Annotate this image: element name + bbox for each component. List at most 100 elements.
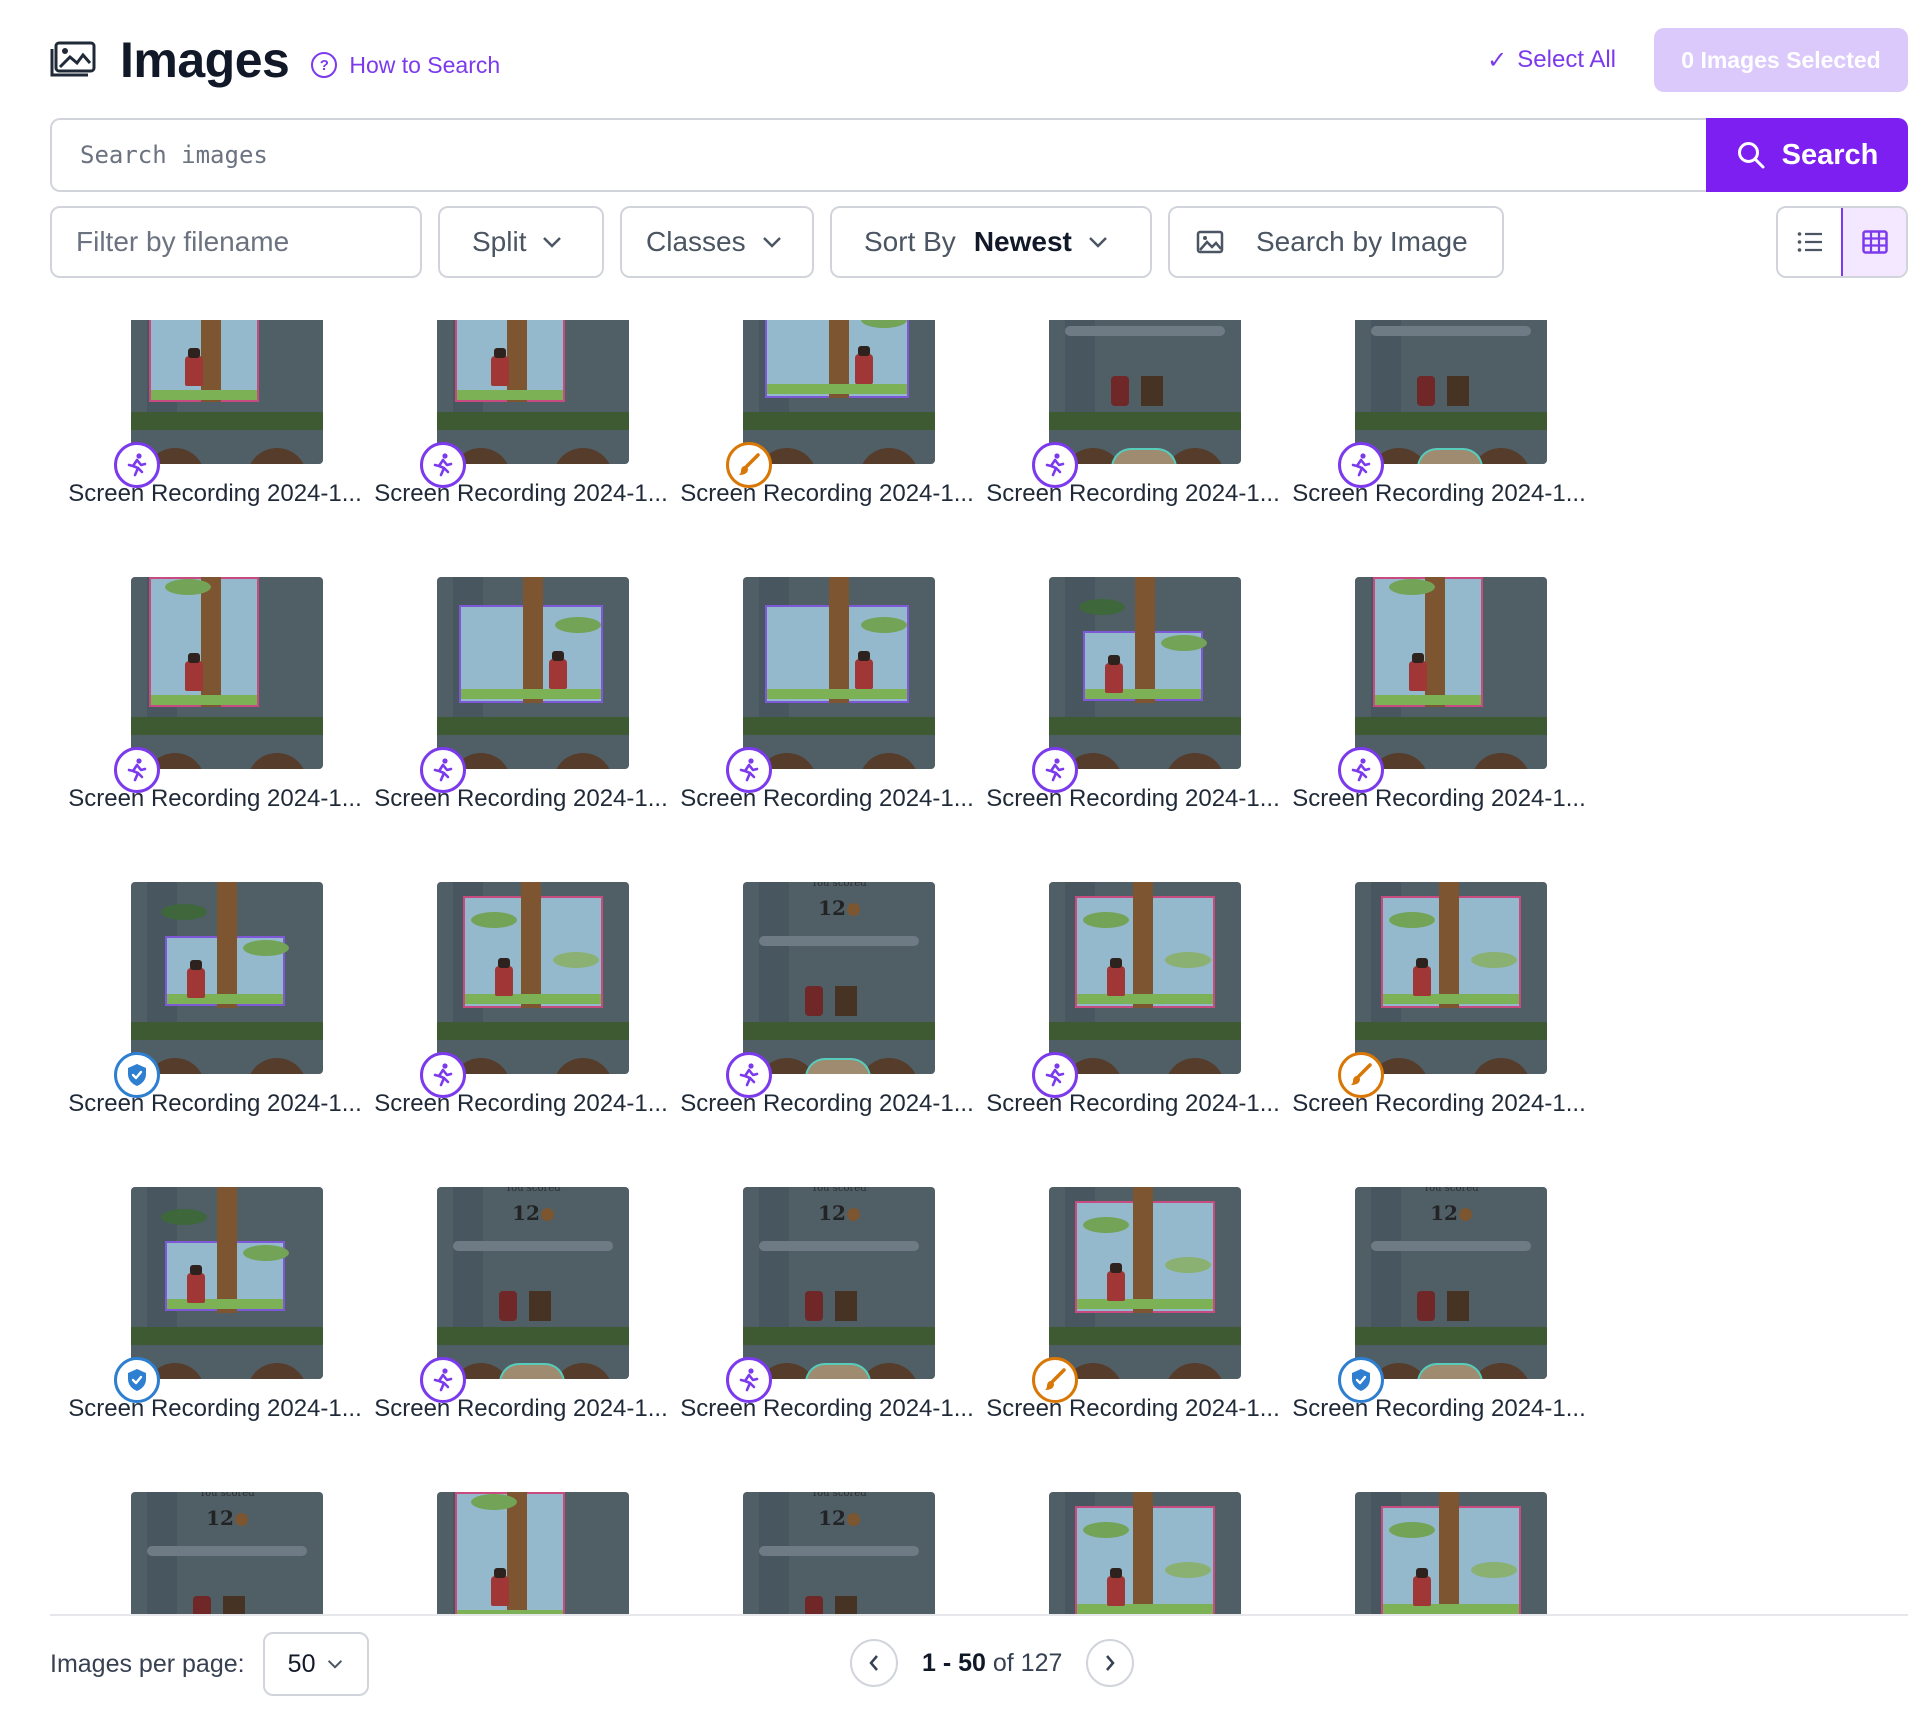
search-button-label: Search — [1781, 138, 1879, 171]
sort-label: Sort By — [864, 226, 956, 257]
image-card[interactable]: Screen Recording 2024-1... — [662, 563, 992, 843]
per-page-control: Images per page: 50 — [50, 1632, 369, 1696]
how-to-search-link[interactable]: ? How to Search — [311, 52, 500, 79]
search-by-image-button[interactable]: Search by Image — [1168, 206, 1504, 278]
previous-page-button[interactable] — [850, 1639, 898, 1687]
image-thumbnail[interactable] — [1355, 882, 1547, 1074]
person-running-icon — [430, 1367, 456, 1393]
brush-icon — [1348, 1062, 1374, 1088]
image-thumbnail[interactable]: You scored12 — [131, 1492, 323, 1614]
image-card[interactable]: Screen Recording 2024-1... — [50, 563, 380, 843]
search-icon — [1737, 142, 1765, 169]
chevron-right-icon — [1106, 1655, 1116, 1671]
person-running-icon — [1042, 452, 1068, 478]
page-range: 1 - 50 of 127 — [922, 1649, 1062, 1678]
image-thumbnail[interactable] — [131, 882, 323, 1074]
image-thumbnail[interactable] — [131, 320, 323, 464]
select-all-button[interactable]: ✓ Select All — [1487, 46, 1616, 75]
split-dropdown[interactable]: Split — [438, 206, 604, 278]
image-card[interactable]: Screen Recording 2024-1... — [1274, 563, 1604, 843]
image-card[interactable] — [356, 1478, 686, 1614]
image-thumbnail[interactable] — [437, 320, 629, 464]
person-running-badge — [420, 747, 466, 793]
image-thumbnail[interactable] — [1049, 882, 1241, 1074]
image-thumbnail[interactable] — [1355, 1492, 1547, 1614]
image-card[interactable]: Screen Recording 2024-1... — [356, 868, 686, 1148]
image-card[interactable]: Screen Recording 2024-1... — [50, 1173, 380, 1453]
image-thumbnail[interactable]: You scored12 — [743, 1492, 935, 1614]
image-thumbnail[interactable] — [131, 1187, 323, 1379]
page-title: Images — [120, 32, 290, 88]
select-all-label: Select All — [1517, 46, 1616, 73]
image-card[interactable]: You scored12 Screen Recording 2024-1... — [1274, 320, 1604, 538]
image-card[interactable]: You scored12 Screen Recording 2024-1... — [356, 1173, 686, 1453]
classes-dropdown[interactable]: Classes — [620, 206, 814, 278]
image-thumbnail[interactable]: You scored12 — [1049, 320, 1241, 464]
search-by-image-label: Search by Image — [1256, 226, 1468, 257]
image-thumbnail[interactable] — [1049, 1492, 1241, 1614]
image-thumbnail[interactable] — [437, 577, 629, 769]
image-thumbnail[interactable] — [1049, 577, 1241, 769]
shield-check-badge — [114, 1052, 160, 1098]
search-input[interactable] — [50, 118, 1706, 192]
image-card[interactable]: Screen Recording 2024-1... — [356, 320, 686, 538]
person-running-icon — [430, 452, 456, 478]
sort-value: Newest — [973, 226, 1072, 257]
image-thumbnail[interactable]: You scored12 — [743, 1187, 935, 1379]
person-running-icon — [124, 452, 150, 478]
image-card[interactable]: Screen Recording 2024-1... — [356, 563, 686, 843]
image-card[interactable]: Screen Recording 2024-1... — [1274, 868, 1604, 1148]
list-view-button[interactable] — [1778, 208, 1841, 276]
filename-filter-input[interactable] — [52, 226, 420, 258]
image-thumbnail[interactable] — [131, 577, 323, 769]
image-card[interactable]: Screen Recording 2024-1... — [968, 868, 1298, 1148]
shield-check-icon — [1348, 1367, 1374, 1393]
next-page-button[interactable] — [1086, 1639, 1135, 1687]
image-card[interactable]: Screen Recording 2024-1... — [968, 563, 1298, 843]
person-running-badge — [726, 747, 772, 793]
image-card[interactable] — [968, 1478, 1298, 1614]
image-card[interactable]: You scored12 Screen Recording 2024-1... — [1274, 1173, 1604, 1453]
person-running-badge — [726, 1052, 772, 1098]
image-thumbnail[interactable]: You scored12 — [743, 882, 935, 1074]
chevron-down-icon — [328, 1660, 343, 1669]
shield-check-icon — [124, 1062, 150, 1088]
images-selected-button[interactable]: 0 Images Selected — [1654, 28, 1908, 92]
search-button[interactable]: Search — [1706, 118, 1908, 192]
chevron-left-icon — [869, 1655, 878, 1671]
classes-label: Classes — [646, 226, 746, 257]
image-thumbnail[interactable] — [1355, 577, 1547, 769]
image-card[interactable]: Screen Recording 2024-1... — [50, 320, 380, 538]
image-thumbnail[interactable] — [1049, 1187, 1241, 1379]
image-card[interactable]: Screen Recording 2024-1... — [662, 320, 992, 538]
image-card[interactable]: You scored 12 — [50, 1478, 380, 1614]
image-filename: Screen Recording 2024-1... — [68, 1395, 362, 1422]
image-thumbnail[interactable] — [437, 882, 629, 1074]
chevron-down-icon — [762, 237, 781, 248]
image-card[interactable]: You scored 12 — [662, 1478, 992, 1614]
image-card[interactable]: Screen Recording 2024-1... — [968, 1173, 1298, 1453]
per-page-select[interactable]: 50 — [262, 1632, 369, 1696]
grid-view-button[interactable] — [1841, 208, 1906, 276]
image-card[interactable] — [1274, 1478, 1604, 1614]
image-card[interactable]: Screen Recording 2024-1... — [50, 868, 380, 1148]
image-thumbnail[interactable] — [743, 320, 935, 464]
image-thumbnail[interactable]: You scored12 — [1355, 1187, 1547, 1379]
image-card[interactable]: You scored12 Screen Recording 2024-1... — [662, 868, 992, 1148]
image-card[interactable]: You scored12 Screen Recording 2024-1... — [662, 1173, 992, 1453]
page-range-value: 1 - 50 — [922, 1648, 986, 1677]
image-icon — [1196, 230, 1224, 254]
image-filename: Screen Recording 2024-1... — [1292, 1395, 1586, 1422]
image-grid: Screen Recording 2024-1... Screen Recordi… — [50, 320, 1908, 1614]
image-filename: Screen Recording 2024-1... — [374, 1395, 668, 1422]
person-running-icon — [736, 1062, 762, 1088]
shield-check-icon — [124, 1367, 150, 1393]
image-thumbnail[interactable]: You scored12 — [437, 1187, 629, 1379]
sort-dropdown[interactable]: Sort By Newest — [830, 206, 1152, 278]
image-card[interactable]: You scored12 Screen Recording 2024-1... — [968, 320, 1298, 538]
search-bar: Search — [50, 118, 1908, 192]
image-thumbnail[interactable] — [437, 1492, 629, 1614]
image-thumbnail[interactable]: You scored12 — [1355, 320, 1547, 464]
image-thumbnail[interactable] — [743, 577, 935, 769]
image-filename: Screen Recording 2024-1... — [1292, 785, 1586, 812]
